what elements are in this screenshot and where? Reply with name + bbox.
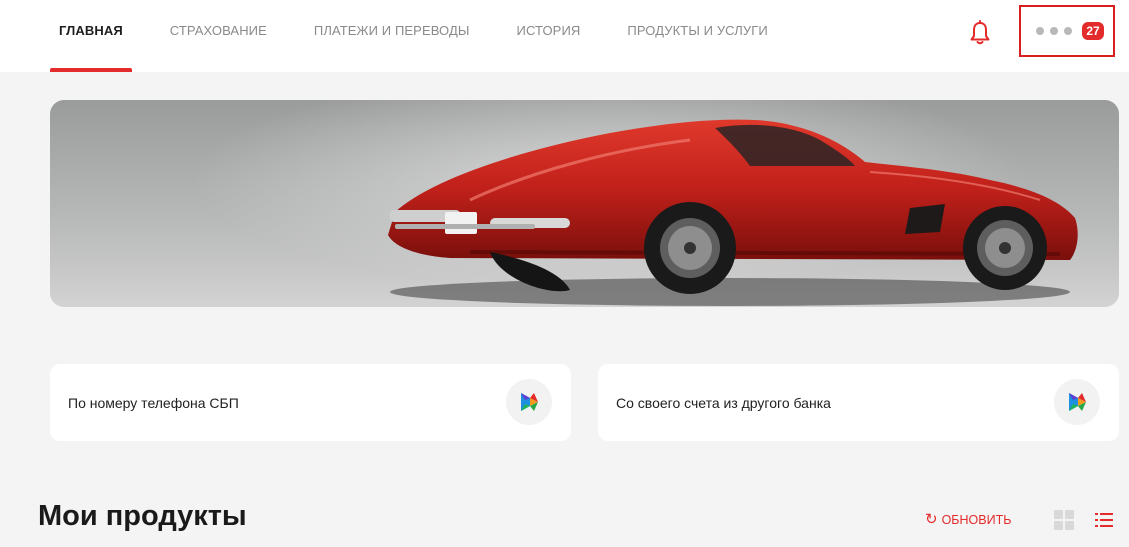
sbp-icon [1054,379,1100,425]
transfer-card-sbp-phone[interactable]: По номеру телефона СБП [50,364,571,441]
red-sports-car-image [50,100,1119,307]
nav-tab-label: ГЛАВНАЯ [59,23,123,38]
nav-tab-main[interactable]: ГЛАВНАЯ [50,0,132,72]
nav-tab-insurance[interactable]: СТРАХОВАНИЕ [170,0,267,72]
more-dots-icon [1036,27,1044,35]
nav-tab-history[interactable]: ИСТОРИЯ [517,0,581,72]
list-view-icon[interactable] [1094,510,1114,530]
more-dots-icon [1050,27,1058,35]
active-tab-indicator [50,68,132,72]
more-dots-icon [1064,27,1072,35]
grid-view-icon[interactable] [1054,510,1074,530]
transfer-card-other-bank[interactable]: Со своего счета из другого банка [598,364,1119,441]
nav-tab-products[interactable]: ПРОДУКТЫ И УСЛУГИ [627,0,767,72]
transfer-card-label: По номеру телефона СБП [68,394,239,411]
nav-tab-label: ИСТОРИЯ [516,23,581,38]
nav-tab-payments[interactable]: ПЛАТЕЖИ И ПЕРЕВОДЫ [314,0,470,72]
promo-banner[interactable] [50,100,1119,307]
my-products-title: Мои продукты [38,500,247,532]
top-navigation-bar: ГЛАВНАЯ СТРАХОВАНИЕ ПЛАТЕЖИ И ПЕРЕВОДЫ И… [0,0,1129,72]
nav-tab-label: ПЛАТЕЖИ И ПЕРЕВОДЫ [313,23,470,38]
transfer-card-label: Со своего счета из другого банка [616,394,831,411]
refresh-label: ОБНОВИТЬ [941,512,1012,527]
bell-icon[interactable] [969,20,991,46]
more-menu-button[interactable]: 27 [1019,5,1115,57]
nav-tab-label: СТРАХОВАНИЕ [169,23,267,38]
main-nav: ГЛАВНАЯ СТРАХОВАНИЕ ПЛАТЕЖИ И ПЕРЕВОДЫ И… [50,0,815,72]
notifications-count-badge: 27 [1082,22,1104,40]
nav-tab-label: ПРОДУКТЫ И УСЛУГИ [627,23,768,38]
refresh-button[interactable]: ↻ ОБНОВИТЬ [925,512,1011,527]
refresh-icon: ↻ [925,511,938,528]
sbp-icon [506,379,552,425]
